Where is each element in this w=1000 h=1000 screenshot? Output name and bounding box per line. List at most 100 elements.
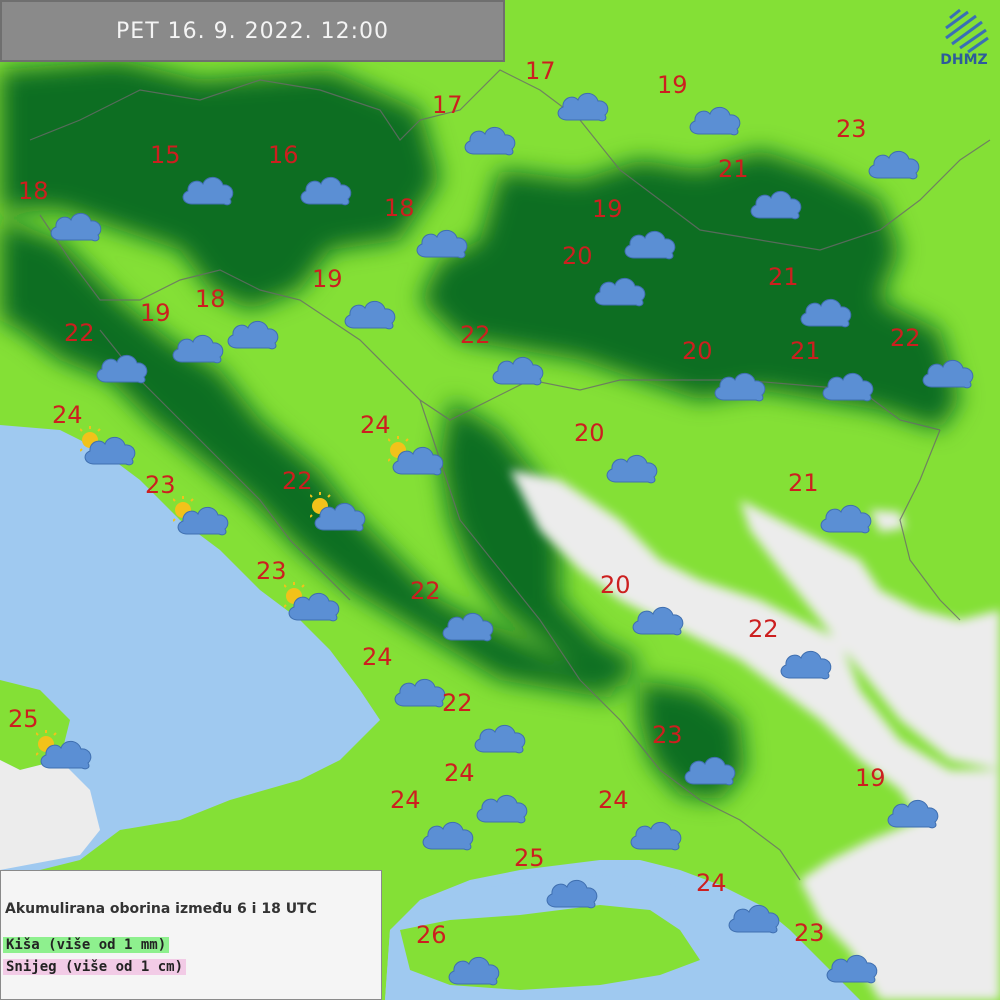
station: 25 [514, 845, 604, 925]
station-temperature: 19 [855, 764, 886, 792]
station: 25 [8, 706, 98, 786]
station: 23 [145, 472, 235, 552]
cloud-icon [632, 606, 684, 636]
station: 24 [52, 402, 142, 482]
station: 19 [312, 266, 402, 346]
station-temperature: 24 [598, 786, 629, 814]
station-temperature: 18 [18, 177, 49, 205]
sun-cloud-icon [284, 582, 340, 622]
station-temperature: 22 [442, 689, 473, 717]
cloud-icon [594, 277, 646, 307]
station-temperature: 21 [790, 337, 821, 365]
cloud-icon [800, 298, 852, 328]
cloud-icon [887, 799, 939, 829]
station: 17 [525, 58, 615, 138]
cloud-icon [227, 320, 279, 350]
station-temperature: 20 [574, 419, 605, 447]
station-temperature: 24 [696, 869, 727, 897]
station-temperature: 16 [268, 141, 299, 169]
station-temperature: 23 [145, 471, 176, 499]
station: 22 [282, 468, 372, 548]
station-temperature: 23 [652, 721, 683, 749]
sun-cloud-icon [80, 426, 136, 466]
cloud-icon [422, 821, 474, 851]
station: 24 [390, 787, 480, 867]
dhmz-logo-text: DHMZ [940, 52, 988, 68]
legend-rain: Kiša (više od 1 mm) [3, 937, 170, 953]
station: 20 [682, 338, 772, 418]
station: 23 [256, 558, 346, 638]
station-temperature: 15 [150, 141, 181, 169]
cloud-icon [630, 821, 682, 851]
datetime-header: PET 16. 9. 2022. 12:00 [0, 0, 505, 62]
legend-title: Akumulirana oborina između 6 i 18 UTC [5, 901, 317, 917]
station-temperature: 22 [460, 321, 491, 349]
cloud-icon [546, 879, 598, 909]
cloud-icon [714, 372, 766, 402]
station: 17 [432, 92, 522, 172]
station-temperature: 24 [52, 401, 83, 429]
station: 20 [574, 420, 664, 500]
station: 19 [855, 765, 945, 845]
station-temperature: 21 [788, 469, 819, 497]
station-temperature: 25 [514, 844, 545, 872]
cloud-icon [344, 300, 396, 330]
cloud-icon [492, 356, 544, 386]
station-temperature: 24 [362, 643, 393, 671]
station-temperature: 22 [410, 577, 441, 605]
station: 23 [794, 920, 884, 1000]
station: 18 [384, 195, 474, 275]
cloud-icon [922, 359, 974, 389]
station: 22 [442, 690, 532, 770]
station-temperature: 20 [682, 337, 713, 365]
station-temperature: 23 [794, 919, 825, 947]
station: 24 [696, 870, 786, 950]
station: 19 [657, 72, 747, 152]
cloud-icon [300, 176, 352, 206]
station-temperature: 24 [360, 411, 391, 439]
cloud-icon [182, 176, 234, 206]
station: 21 [718, 156, 808, 236]
station: 20 [600, 572, 690, 652]
station: 24 [598, 787, 688, 867]
station-temperature: 17 [525, 57, 556, 85]
sun-cloud-icon [388, 436, 444, 476]
cloud-icon [728, 904, 780, 934]
weather-map: PET 16. 9. 2022. 12:00 DHMZ 17 19 17 23 15 16… [0, 0, 1000, 1000]
cloud-icon [416, 229, 468, 259]
station-temperature: 22 [64, 319, 95, 347]
legend: Akumulirana oborina između 6 i 18 UTC Ki… [0, 870, 382, 1000]
cloud-icon [50, 212, 102, 242]
station-temperature: 19 [592, 195, 623, 223]
cloud-icon [826, 954, 878, 984]
station: 24 [360, 412, 450, 492]
cloud-icon [557, 92, 609, 122]
cloud-icon [394, 678, 446, 708]
cloud-icon [780, 650, 832, 680]
cloud-icon [684, 756, 736, 786]
station-temperature: 26 [416, 921, 447, 949]
station: 18 [18, 178, 108, 258]
cloud-icon [476, 794, 528, 824]
station: 22 [890, 325, 980, 405]
station-temperature: 20 [600, 571, 631, 599]
sun-cloud-icon [173, 496, 229, 536]
station: 15 [150, 142, 240, 222]
station: 23 [836, 116, 926, 196]
cloud-icon [96, 354, 148, 384]
cloud-icon [474, 724, 526, 754]
station-temperature: 17 [432, 91, 463, 119]
cloud-icon [750, 190, 802, 220]
station-temperature: 22 [748, 615, 779, 643]
station-temperature: 18 [384, 194, 415, 222]
cloud-icon [464, 126, 516, 156]
station-temperature: 24 [390, 786, 421, 814]
cloud-icon [172, 334, 224, 364]
station: 22 [460, 322, 550, 402]
cloud-icon [606, 454, 658, 484]
station: 26 [416, 922, 506, 1000]
cloud-icon [689, 106, 741, 136]
station: 16 [268, 142, 358, 222]
station-temperature: 25 [8, 705, 39, 733]
sun-cloud-icon [310, 492, 366, 532]
